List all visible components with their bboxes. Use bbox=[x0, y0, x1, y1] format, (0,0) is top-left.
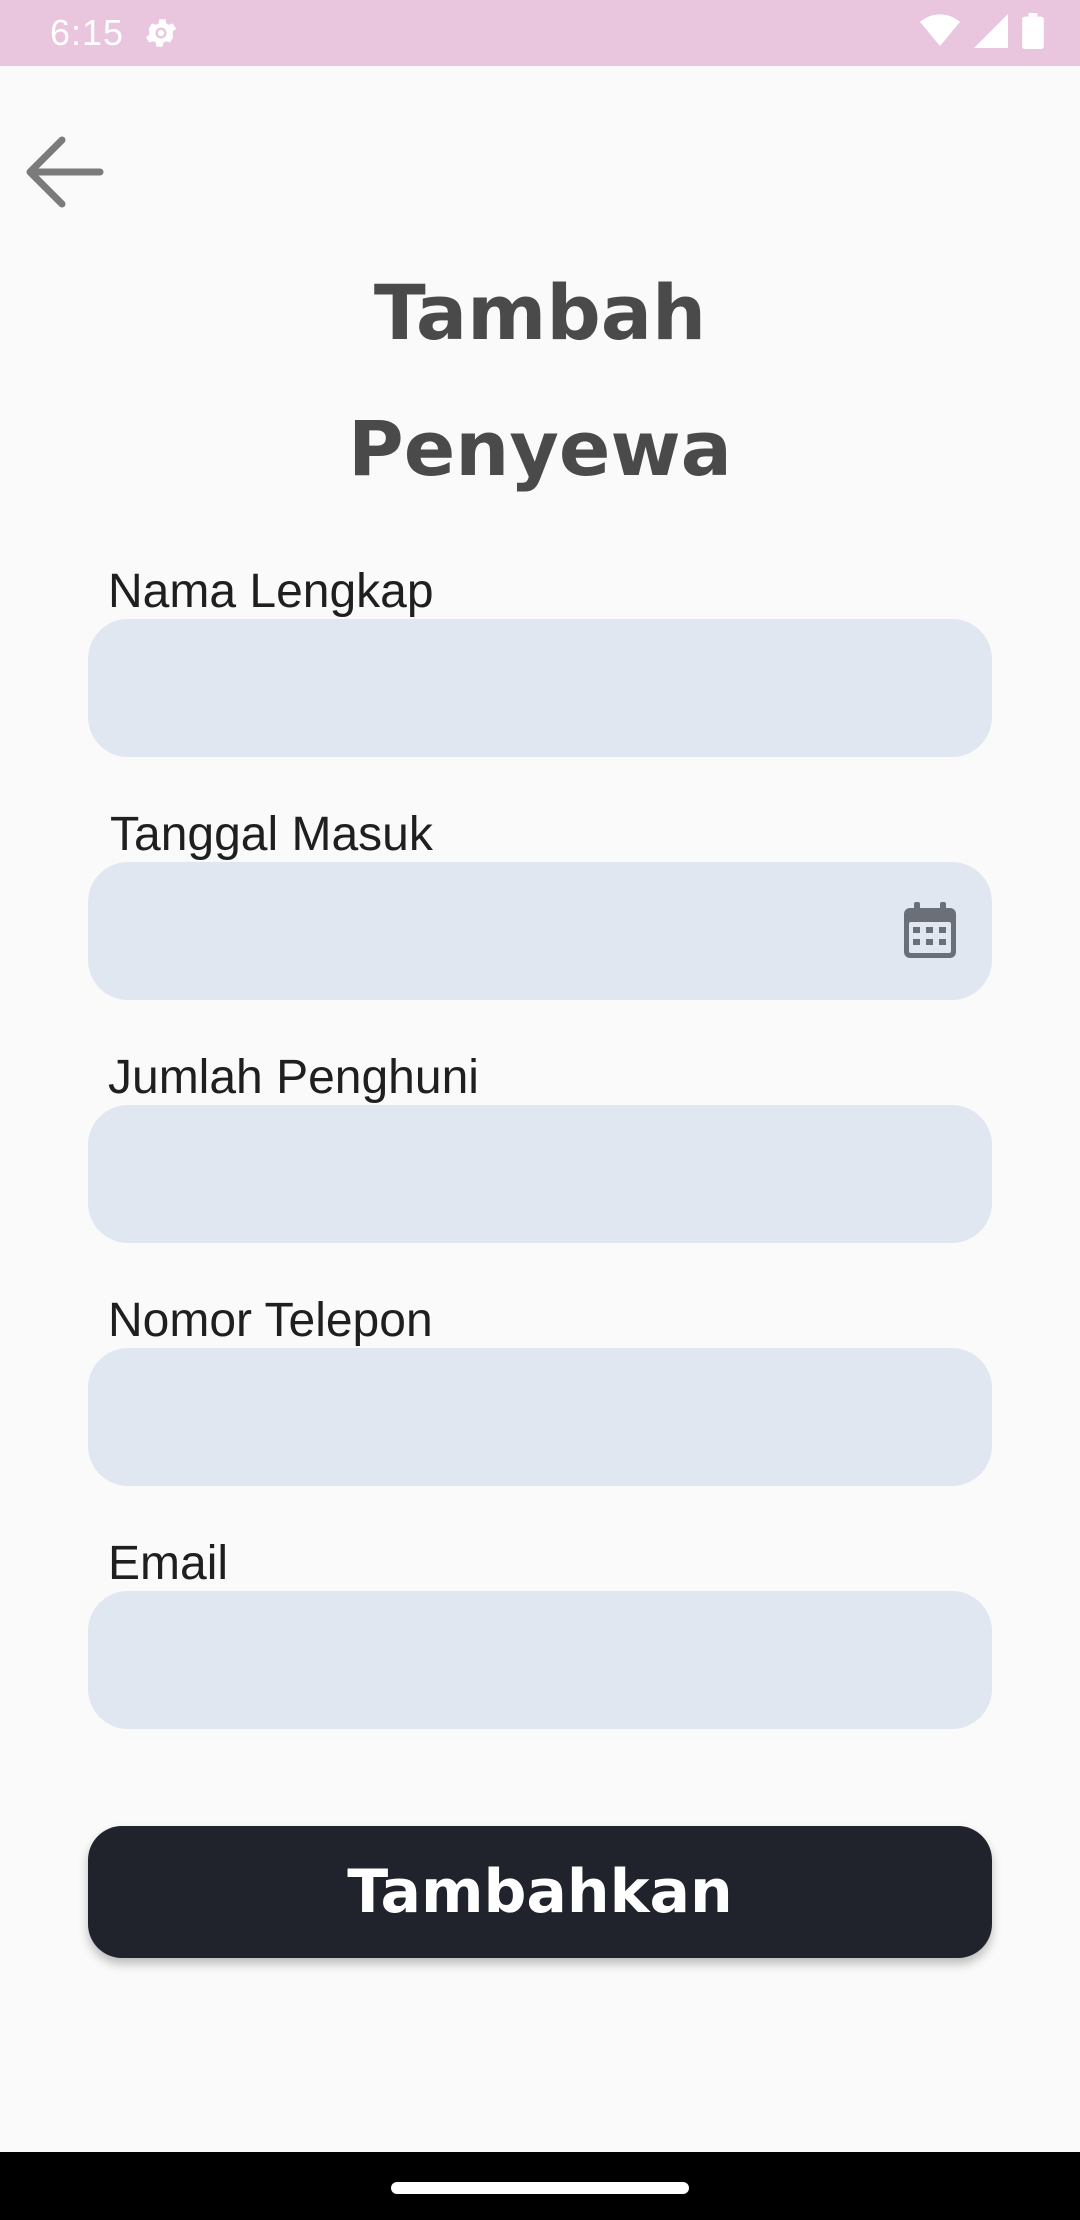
battery-icon bbox=[1022, 12, 1044, 54]
email-label: Email bbox=[108, 1537, 229, 1590]
field-move-in-date: Tanggal Masuk bbox=[88, 805, 992, 1005]
field-occupant-count: Jumlah Penghuni bbox=[88, 1048, 992, 1248]
full-name-label: Nama Lengkap bbox=[108, 565, 434, 618]
move-in-date-label: Tanggal Masuk bbox=[110, 808, 433, 861]
move-in-date-input[interactable] bbox=[88, 862, 992, 1000]
status-time: 6:15 bbox=[50, 12, 125, 53]
page-title-line1: Tambah bbox=[373, 268, 707, 357]
field-email: Email bbox=[88, 1534, 992, 1734]
page-title-line2: Penyewa bbox=[348, 404, 732, 493]
phone-number-input[interactable] bbox=[88, 1348, 992, 1486]
arrow-left-icon bbox=[20, 134, 106, 215]
status-bar: 6:15 bbox=[0, 0, 1080, 66]
email-input[interactable] bbox=[88, 1591, 992, 1729]
signal-icon bbox=[974, 13, 1008, 53]
navigation-bar bbox=[0, 2152, 1080, 2220]
full-name-input[interactable] bbox=[88, 619, 992, 757]
occupant-count-input[interactable] bbox=[88, 1105, 992, 1243]
page-title: Tambah Penyewa bbox=[0, 245, 1080, 517]
home-indicator[interactable] bbox=[391, 2182, 689, 2194]
occupant-count-label: Jumlah Penghuni bbox=[108, 1051, 479, 1104]
status-icons bbox=[920, 12, 1044, 54]
back-button[interactable] bbox=[18, 134, 108, 214]
phone-number-label: Nomor Telepon bbox=[108, 1294, 433, 1347]
settings-gear-icon bbox=[142, 14, 180, 52]
submit-button[interactable]: Tambahkan bbox=[88, 1826, 992, 1958]
calendar-icon[interactable] bbox=[902, 902, 958, 960]
wifi-icon bbox=[920, 13, 960, 53]
field-phone-number: Nomor Telepon bbox=[88, 1291, 992, 1491]
field-full-name: Nama Lengkap bbox=[88, 562, 992, 762]
